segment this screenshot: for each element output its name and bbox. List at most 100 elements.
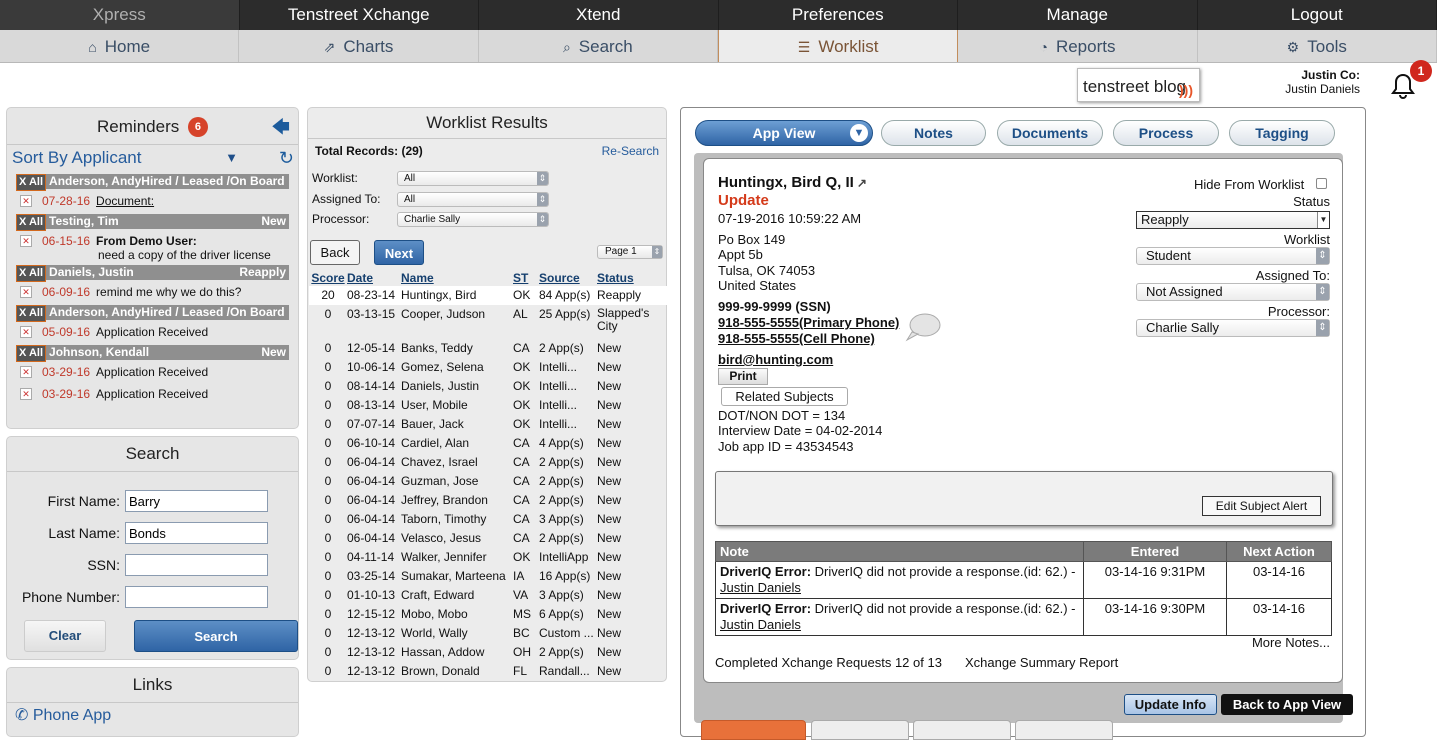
table-row[interactable]: 010-06-14Gomez, SelenaOKIntelli...New <box>309 358 667 377</box>
phone-app-link[interactable]: ✆ Phone App <box>7 703 298 729</box>
related-subjects-button[interactable]: Related Subjects <box>721 387 848 406</box>
cell-date: 08-14-14 <box>347 377 401 396</box>
note-author-link[interactable]: Justin Daniels <box>720 617 801 632</box>
col-source[interactable]: Source <box>539 270 597 286</box>
subnav-item-tools[interactable]: ⚙Tools <box>1198 30 1437 62</box>
table-row[interactable]: 012-13-12World, WallyBCCustom ...New <box>309 624 667 643</box>
reminder-applicant-name[interactable]: Daniels, Justin <box>49 265 134 279</box>
phone-number-input[interactable] <box>125 586 268 608</box>
bottom-tab-4[interactable] <box>1015 720 1113 740</box>
col-score[interactable]: Score <box>309 270 347 286</box>
table-row[interactable]: 006-04-14Chavez, IsraelCA2 App(s)New <box>309 453 667 472</box>
ssn-input[interactable] <box>125 554 268 576</box>
col-name[interactable]: Name <box>401 270 513 286</box>
collapse-arrow-icon[interactable]: 🡄 <box>271 110 290 144</box>
dismiss-reminder-icon[interactable]: ✕ <box>20 388 32 400</box>
dismiss-reminder-icon[interactable]: ✕ <box>20 195 32 207</box>
chat-bubble-icon[interactable] <box>904 312 942 342</box>
table-row[interactable]: 012-15-12Mobo, MoboMS6 App(s)New <box>309 605 667 624</box>
col-status[interactable]: Status <box>597 270 667 286</box>
table-row[interactable]: 008-13-14User, MobileOKIntelli...New <box>309 396 667 415</box>
subnav-item-worklist[interactable]: ☰Worklist <box>718 30 958 62</box>
xchange-summary-link[interactable]: Xchange Summary Report <box>965 655 1118 670</box>
sort-by-applicant[interactable]: Sort By Applicant ▼ ↻ <box>7 145 298 171</box>
bottom-tab-2[interactable] <box>811 720 909 740</box>
chevron-down-icon[interactable]: ▼ <box>850 124 868 142</box>
table-row[interactable]: 006-04-14Guzman, JoseCA2 App(s)New <box>309 472 667 491</box>
table-row[interactable]: 006-04-14Velasco, JesusCA2 App(s)New <box>309 529 667 548</box>
col-date[interactable]: Date <box>347 270 401 286</box>
table-row[interactable]: 003-13-15Cooper, JudsonAL25 App(s)Slappe… <box>309 305 667 339</box>
clear-button[interactable]: Clear <box>24 620 106 652</box>
more-notes-link[interactable]: More Notes... <box>1252 635 1330 650</box>
primary-phone-link[interactable]: 918-555-5555(Primary Phone) <box>718 315 899 330</box>
table-row[interactable]: 007-07-14Bauer, JackOKIntelli...New <box>309 415 667 434</box>
table-row[interactable]: 012-05-14Banks, TeddyCA2 App(s)New <box>309 339 667 358</box>
last-name-input[interactable] <box>125 522 268 544</box>
dismiss-reminder-icon[interactable]: ✕ <box>20 286 32 298</box>
processor-filter-select[interactable]: Charlie Sally <box>397 212 549 227</box>
table-row[interactable]: 006-10-14Cardiel, AlanCA4 App(s)New <box>309 434 667 453</box>
tab-notes[interactable]: Notes <box>881 120 986 146</box>
table-row[interactable]: 012-13-12Hassan, AddowOH2 App(s)New <box>309 643 667 662</box>
back-to-app-view-button[interactable]: Back to App View <box>1221 694 1353 715</box>
table-row[interactable]: 004-11-14Walker, JenniferOKIntelliAppNew <box>309 548 667 567</box>
table-row[interactable]: 001-10-13Craft, EdwardVA3 App(s)New <box>309 586 667 605</box>
cell-st: CA <box>513 339 539 358</box>
table-row[interactable]: 012-13-12Brown, DonaldFLRandall...New <box>309 662 667 681</box>
col-st[interactable]: ST <box>513 270 539 286</box>
next-button[interactable]: Next <box>374 240 424 265</box>
topnav-item-xtend[interactable]: Xtend <box>479 0 719 30</box>
worklist-select[interactable]: Student <box>1136 247 1330 265</box>
reminder-applicant-name[interactable]: Johnson, Kendall <box>49 345 149 359</box>
subnav-item-charts[interactable]: ⇗Charts <box>239 30 478 62</box>
cell-phone-link[interactable]: 918-555-5555(Cell Phone) <box>718 331 875 346</box>
subnav-item-home[interactable]: ⌂Home <box>0 30 239 62</box>
re-search-link[interactable]: Re-Search <box>602 144 659 158</box>
tab-process[interactable]: Process <box>1113 120 1219 146</box>
tab-documents[interactable]: Documents <box>997 120 1103 146</box>
reminder-applicant-name[interactable]: Anderson, AndyHired / Leased /On Board <box>49 305 285 319</box>
note-author-link[interactable]: Justin Daniels <box>720 580 801 595</box>
table-row[interactable]: 006-04-14Taborn, TimothyCA3 App(s)New <box>309 510 667 529</box>
worklist-filter-select[interactable]: All <box>397 171 549 186</box>
dismiss-reminder-icon[interactable]: ✕ <box>20 235 32 247</box>
topnav-item-preferences[interactable]: Preferences <box>719 0 959 30</box>
topnav-item-manage[interactable]: Manage <box>958 0 1198 30</box>
assigned-filter-select[interactable]: All <box>397 192 549 207</box>
dropdown-caret-icon[interactable]: ▼ <box>225 145 238 171</box>
topnav-item-logout[interactable]: Logout <box>1198 0 1437 30</box>
print-button[interactable]: Print <box>718 368 768 385</box>
reminder-applicant-name[interactable]: Anderson, AndyHired / Leased /On Board <box>49 174 285 188</box>
dismiss-reminder-icon[interactable]: ✕ <box>20 366 32 378</box>
status-select[interactable]: Reapply <box>1136 211 1330 229</box>
back-button[interactable]: Back <box>310 240 360 265</box>
tab-tagging[interactable]: Tagging <box>1229 120 1335 146</box>
update-info-button[interactable]: Update Info <box>1124 694 1217 715</box>
subnav-item-reports[interactable]: ◔Reports <box>958 30 1197 62</box>
search-button[interactable]: Search <box>134 620 298 652</box>
dismiss-reminder-icon[interactable]: ✕ <box>20 326 32 338</box>
assigned-to-select[interactable]: Not Assigned <box>1136 283 1330 301</box>
topnav-item-tenstreet-xchange[interactable]: Tenstreet Xchange <box>240 0 480 30</box>
reminder-text[interactable]: Document: <box>96 194 154 208</box>
refresh-icon[interactable]: ↻ <box>279 145 294 171</box>
topnav-item-xpress[interactable]: Xpress <box>0 0 240 30</box>
bottom-tab-3[interactable] <box>913 720 1011 740</box>
table-row[interactable]: 008-14-14Daniels, JustinOKIntelli...New <box>309 377 667 396</box>
tab-app-view[interactable]: App View▼ <box>695 120 873 146</box>
table-row[interactable]: 003-25-14Sumakar, MarteenaIA16 App(s)New <box>309 567 667 586</box>
hide-from-worklist-checkbox[interactable] <box>1316 178 1327 189</box>
reminder-applicant-name[interactable]: Testing, Tim <box>49 214 119 228</box>
page-select[interactable]: Page 1 <box>597 245 663 259</box>
table-row[interactable]: 006-04-14Jeffrey, BrandonCA2 App(s)New <box>309 491 667 510</box>
external-link-icon[interactable]: ↗ <box>857 176 867 190</box>
email-link[interactable]: bird@hunting.com <box>718 352 833 367</box>
tenstreet-blog-link[interactable]: tenstreet blog))) <box>1077 68 1200 102</box>
subnav-item-search[interactable]: ⌕Search <box>479 30 718 62</box>
bottom-tab-1[interactable] <box>701 720 806 740</box>
table-row[interactable]: 2008-23-14Huntingx, BirdOK84 App(s)Reapp… <box>309 286 667 305</box>
first-name-input[interactable] <box>125 490 268 512</box>
edit-subject-alert-button[interactable]: Edit Subject Alert <box>1202 496 1321 516</box>
processor-select[interactable]: Charlie Sally <box>1136 319 1330 337</box>
